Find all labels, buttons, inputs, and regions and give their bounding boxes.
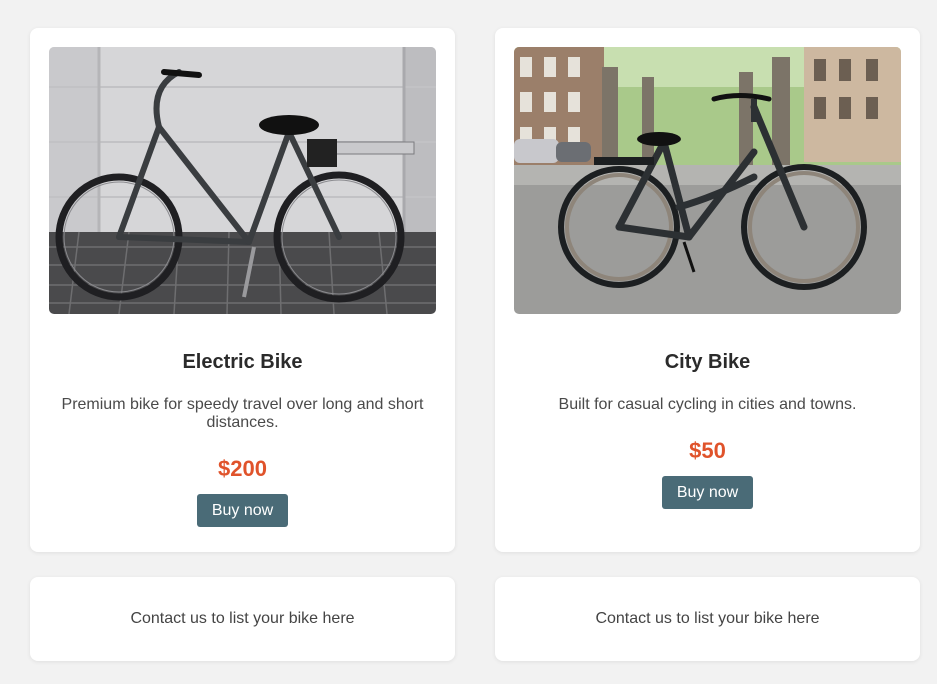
product-description: Premium bike for speedy travel over long… <box>61 396 424 431</box>
placeholder-card: Contact us to list your bike here <box>495 577 920 661</box>
placeholder-text: Contact us to list your bike here <box>595 610 820 627</box>
buy-now-button[interactable]: Buy now <box>661 476 754 509</box>
product-description: Built for casual cycling in cities and t… <box>558 396 857 413</box>
placeholder-card: Contact us to list your bike here <box>30 577 455 661</box>
product-price: $200 <box>218 456 267 481</box>
product-title: City Bike <box>664 351 751 373</box>
product-price: $50 <box>689 438 726 463</box>
city-bike-photo <box>514 47 901 314</box>
product-card-electric-bike: Electric Bike Premium bike for speedy tr… <box>30 28 455 552</box>
product-card-city-bike: City Bike Built for casual cycling in ci… <box>495 28 920 552</box>
placeholder-text: Contact us to list your bike here <box>130 610 355 627</box>
product-title: Electric Bike <box>182 351 303 373</box>
buy-now-button[interactable]: Buy now <box>196 494 289 527</box>
electric-bike-photo <box>49 47 436 314</box>
